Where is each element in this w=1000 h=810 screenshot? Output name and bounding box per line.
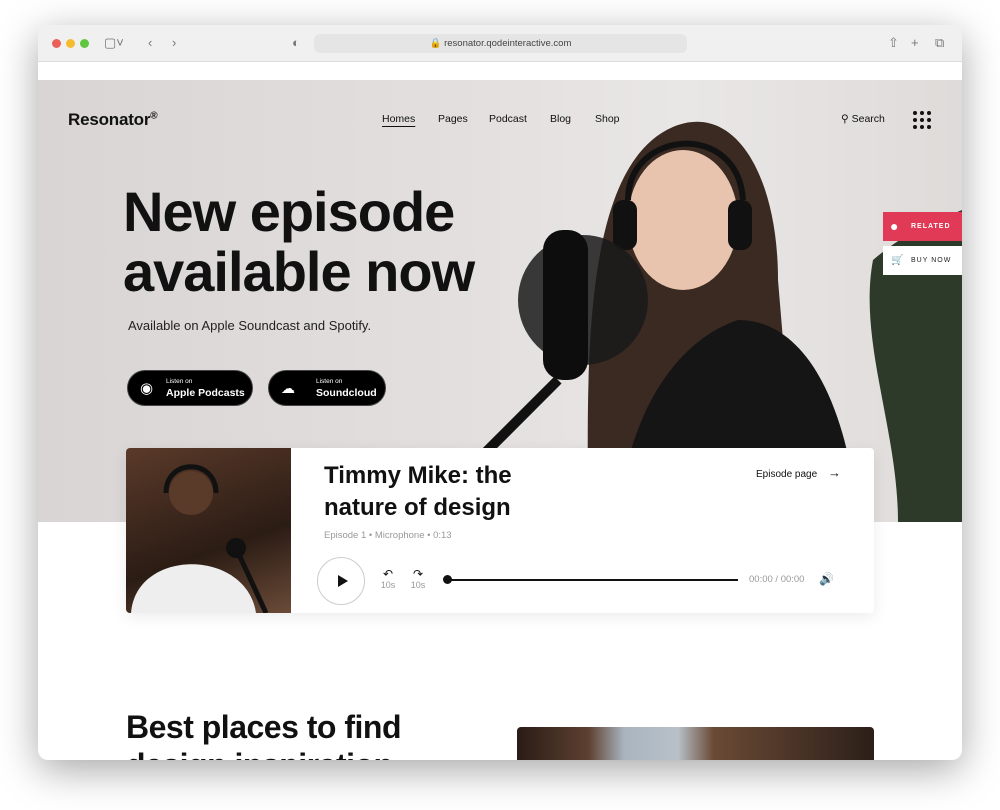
play-button[interactable]: [317, 557, 365, 605]
volume-icon[interactable]: 🔊: [819, 572, 834, 586]
section-title: Best places to finddesign inspiration: [126, 709, 401, 760]
close-window-button[interactable]: [52, 39, 61, 48]
forward-button[interactable]: ↷ 10s: [408, 568, 428, 590]
menu-grid-icon[interactable]: [913, 111, 931, 129]
progress-handle[interactable]: [443, 575, 452, 584]
search-icon: ⚲: [841, 113, 849, 125]
episode-thumbnail: [126, 448, 291, 613]
browser-toolbar: ▢˅ ‹ › ◐ 🔒 resonator.qodeinteractive.com…: [38, 25, 962, 62]
share-icon[interactable]: ⇧: [888, 35, 899, 51]
episode-player-card: Timmy Mike: the nature of design Episode …: [126, 448, 874, 613]
button-label: Apple Podcasts: [166, 387, 245, 399]
progress-bar[interactable]: [447, 579, 738, 581]
nav-shop[interactable]: Shop: [595, 113, 620, 125]
button-small-text: Listen on: [316, 378, 343, 385]
episode-meta: Episode 1 • Microphone • 0:13: [324, 530, 452, 541]
nav-pages[interactable]: Pages: [438, 113, 468, 125]
search-label: Search: [851, 113, 885, 125]
episode-link-label: Episode page: [756, 469, 818, 480]
tabs-overview-icon[interactable]: ⧉: [935, 35, 944, 51]
soundcloud-button[interactable]: ☁ Listen on Soundcloud: [268, 370, 386, 406]
rewind-label: 10s: [380, 580, 396, 590]
related-button[interactable]: ● RELATED: [883, 212, 962, 241]
article-image: [517, 727, 874, 760]
rewind-button[interactable]: ↶ 10s: [378, 568, 398, 590]
soundcloud-icon: ☁: [281, 380, 295, 396]
hero-subtitle: Available on Apple Soundcast and Spotify…: [128, 318, 372, 333]
related-label: RELATED: [911, 223, 951, 230]
maximize-window-button[interactable]: [80, 39, 89, 48]
buy-now-label: BUY NOW: [911, 257, 952, 264]
back-icon[interactable]: ‹: [148, 35, 152, 50]
forward-icon: ↷: [412, 567, 424, 581]
nav-podcast[interactable]: Podcast: [489, 113, 527, 125]
nav-homes[interactable]: Homes: [382, 113, 415, 125]
forward-icon[interactable]: ›: [172, 35, 176, 50]
logo-text: Resonator: [68, 110, 151, 129]
search-button[interactable]: ⚲ Search: [841, 113, 885, 125]
forward-label: 10s: [410, 580, 426, 590]
shield-icon[interactable]: ◐: [292, 35, 300, 50]
sidebar-toggle-icon[interactable]: ▢˅: [104, 35, 124, 51]
rewind-icon: ↶: [382, 567, 394, 581]
logo-mark: ®: [150, 110, 158, 122]
address-bar[interactable]: 🔒 resonator.qodeinteractive.com: [314, 34, 687, 53]
button-label: Soundcloud: [316, 387, 377, 399]
new-tab-icon[interactable]: +: [911, 35, 919, 50]
nav-blog[interactable]: Blog: [550, 113, 571, 125]
url-text: resonator.qodeinteractive.com: [444, 38, 572, 49]
apple-podcasts-button[interactable]: ◉ Listen on Apple Podcasts: [127, 370, 253, 406]
buy-now-button[interactable]: 🛒 BUY NOW: [883, 246, 962, 275]
arrow-right-icon: →: [827, 465, 841, 480]
site-logo[interactable]: Resonator®: [68, 110, 158, 130]
button-small-text: Listen on: [166, 378, 193, 385]
podcast-icon: ◉: [140, 380, 154, 397]
time-display: 00:00 / 00:00: [749, 574, 805, 585]
cart-icon: 🛒: [891, 255, 905, 266]
related-icon: ●: [890, 218, 900, 234]
episode-title: Timmy Mike: the nature of design: [324, 462, 512, 521]
episode-page-link[interactable]: Episode page →: [756, 465, 841, 480]
minimize-window-button[interactable]: [66, 39, 75, 48]
browser-window: ▢˅ ‹ › ◐ 🔒 resonator.qodeinteractive.com…: [38, 25, 962, 760]
hero-title: New episode available now: [123, 180, 475, 303]
